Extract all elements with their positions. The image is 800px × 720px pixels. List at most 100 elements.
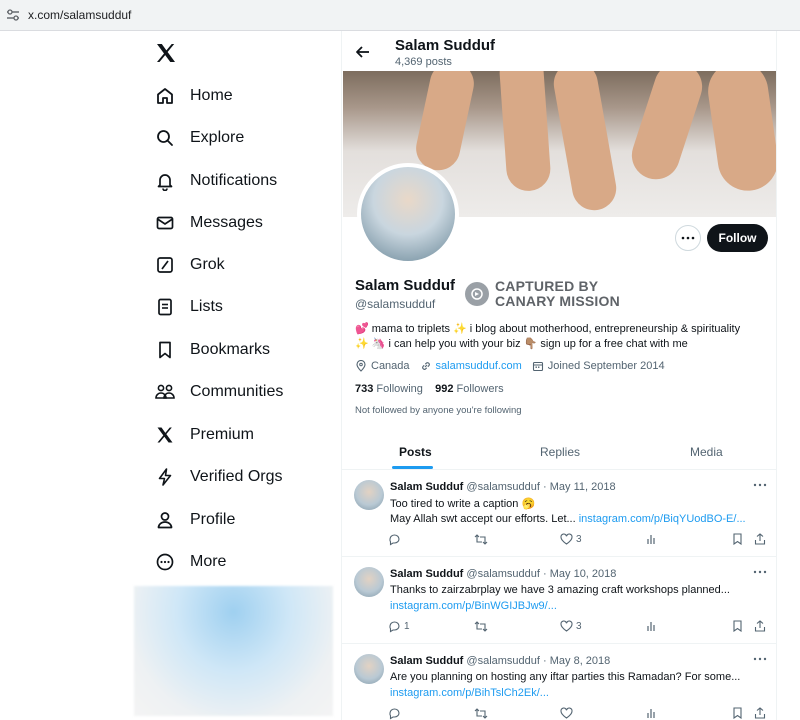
sidebar-item-communities[interactable]: Communities [154,377,283,407]
post-more-icon[interactable] [752,480,768,490]
reply-count: 1 [404,621,410,632]
bio-line-2: ✨ 🦄 i can help you with your biz 👇🏽 sign… [355,338,688,350]
post-date[interactable]: · May 10, 2018 [543,568,616,580]
sidebar-item-home[interactable]: Home [154,81,233,111]
following-label: Following [376,383,423,395]
sidebar-item-bookmarks[interactable]: Bookmarks [154,335,270,365]
reply-button[interactable]: 1 [388,620,410,633]
back-arrow-icon[interactable] [354,43,372,61]
post-text: May Allah swt accept our efforts. Let... [390,513,579,525]
site-settings-icon[interactable] [6,8,20,22]
post-avatar[interactable] [354,567,384,597]
avatar[interactable] [357,163,459,265]
like-button[interactable]: 3 [560,620,582,633]
post-more-icon[interactable] [752,654,768,664]
sidebar-item-more[interactable]: More [154,547,226,577]
post-author-name[interactable]: Salam Sudduf [390,568,463,580]
sidebar-item-notifications[interactable]: Notifications [154,166,277,196]
post-author-name[interactable]: Salam Sudduf [390,655,463,667]
repost-icon [474,534,488,545]
views-button[interactable] [646,620,661,632]
post-date[interactable]: · May 8, 2018 [543,655,610,667]
sidebar-item-label: Lists [190,298,223,315]
repost-button[interactable] [474,620,491,633]
post-author-name[interactable]: Salam Sudduf [390,481,463,493]
like-button[interactable]: 3 [560,533,582,546]
lightning-icon [154,466,176,488]
post-avatar[interactable] [354,480,384,510]
sidebar-item-messages[interactable]: Messages [154,208,263,238]
calendar-icon [532,361,543,372]
post-text-line: Are you planning on hosting any iftar pa… [390,671,741,683]
repost-button[interactable] [474,533,491,546]
tab-posts[interactable]: Posts [399,445,432,459]
post-avatar[interactable] [354,654,384,684]
more-options-button[interactable] [675,225,701,251]
heart-icon [560,707,573,719]
followers-link[interactable]: 992 Followers [435,383,504,395]
person-icon [154,509,176,531]
active-tab-indicator [392,466,433,469]
tab-replies[interactable]: Replies [540,445,580,459]
sidebar-item-explore[interactable]: Explore [154,123,244,153]
post-link[interactable]: instagram.com/p/BihTslCh2Ek/... [390,687,549,699]
x-logo-icon[interactable] [154,41,178,65]
post-item[interactable]: Salam Sudduf @salamsudduf · May 10, 2018… [342,558,776,644]
sidebar-item-label: Grok [190,256,225,273]
reply-button[interactable] [388,707,404,720]
website-link[interactable]: salamsudduf.com [436,360,522,372]
post-author-handle[interactable]: @salamsudduf [466,655,540,667]
share-icon [754,620,766,632]
share-button[interactable] [754,620,769,632]
bookmark-post-button[interactable] [732,533,746,545]
post-item[interactable]: Salam Sudduf @salamsudduf · May 11, 2018… [342,471,776,557]
follow-button[interactable]: Follow [707,224,768,252]
post-link[interactable]: instagram.com/p/BinWGIJBJw9/... [390,600,557,612]
sidebar-item-premium[interactable]: Premium [154,420,254,450]
post-link[interactable]: instagram.com/p/BiqYUodBO-E/... [579,513,746,525]
sidebar-item-profile[interactable]: Profile [154,505,235,535]
url-text[interactable]: x.com/salamsudduf [28,8,131,22]
share-button[interactable] [754,707,769,719]
banner-photo-detail [412,71,478,175]
banner-photo-detail [498,71,552,193]
sidebar-item-label: More [190,553,227,570]
views-icon [647,622,655,631]
share-button[interactable] [754,533,769,545]
post-item[interactable]: Salam Sudduf @salamsudduf · May 8, 2018 … [342,645,776,720]
profile-column: Salam Sudduf 4,369 posts Follow Salam Su… [341,31,777,720]
watermark-overlay: CAPTURED BY CANARY MISSION [465,279,620,309]
sidebar-nav: Home Explore Notifications Messages Grok… [134,31,334,586]
sidebar-item-grok[interactable]: Grok [154,250,225,280]
profile-meta: Canada salamsudduf.com Joined September … [355,360,675,372]
post-author-handle[interactable]: @salamsudduf [466,568,540,580]
reply-icon [389,534,400,546]
sidebar-item-label: Profile [190,511,236,528]
post-actions: 3 [388,533,768,547]
repost-button[interactable] [474,707,491,720]
bookmark-post-button[interactable] [732,620,746,632]
views-button[interactable] [646,707,661,719]
tab-media[interactable]: Media [690,445,723,459]
sidebar-item-lists[interactable]: Lists [154,292,223,322]
post-author-handle[interactable]: @salamsudduf [466,481,540,493]
like-button[interactable] [560,707,576,720]
like-count: 3 [576,534,582,545]
profile-name: Salam Sudduf [355,277,456,294]
address-bar[interactable]: x.com/salamsudduf [0,0,800,31]
list-icon [154,296,176,318]
post-actions: 1 3 [388,620,768,634]
views-icon [647,709,655,718]
sidebar-item-verified-orgs[interactable]: Verified Orgs [154,462,282,492]
share-icon [754,533,766,545]
reply-button[interactable] [388,533,404,546]
banner-photo-detail [704,71,776,195]
bookmark-icon [733,533,742,545]
following-link[interactable]: 733 Following [355,383,423,395]
views-button[interactable] [646,533,661,545]
bookmark-post-button[interactable] [732,707,746,719]
joined-date: Joined September 2014 [547,360,665,372]
post-more-icon[interactable] [752,567,768,577]
post-date[interactable]: · May 11, 2018 [543,481,616,493]
header-name: Salam Sudduf [395,37,496,54]
